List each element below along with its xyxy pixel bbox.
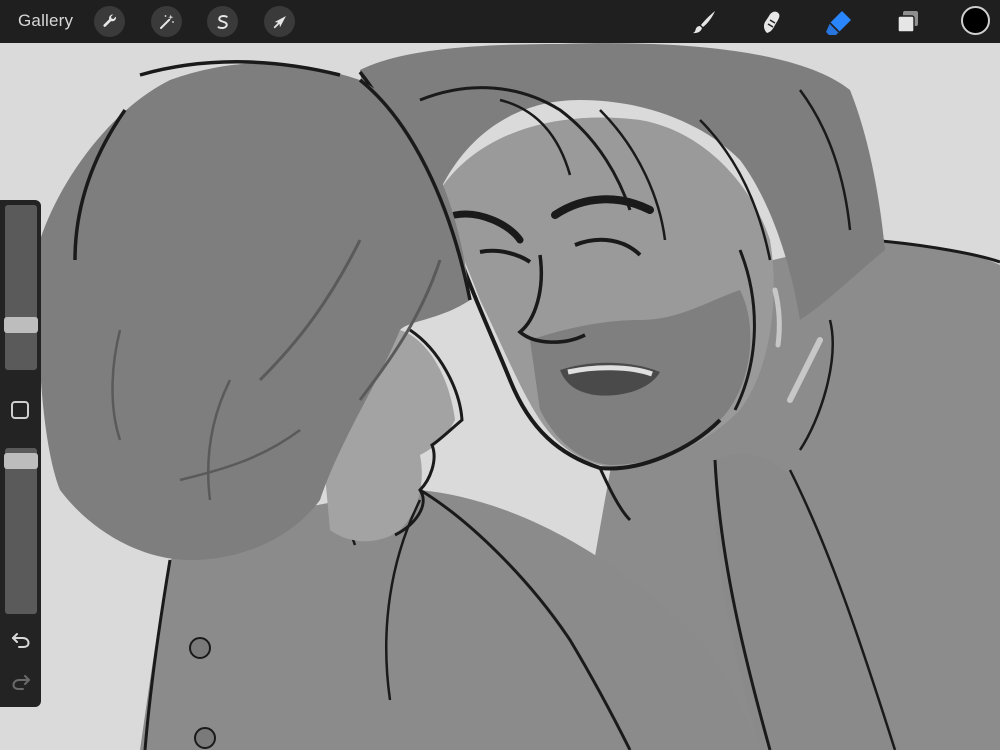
smudge-tool-button[interactable] — [755, 6, 787, 38]
brush-size-slider-thumb[interactable] — [4, 316, 38, 333]
gallery-button[interactable]: Gallery — [18, 11, 73, 31]
undo-icon — [12, 633, 30, 648]
opacity-slider-thumb[interactable] — [4, 452, 38, 469]
eraser-tool-button[interactable] — [823, 6, 855, 38]
actions-button[interactable] — [94, 6, 125, 37]
undo-button[interactable] — [9, 630, 33, 650]
redo-icon — [12, 675, 30, 690]
redo-button[interactable] — [9, 672, 33, 692]
opacity-slider[interactable] — [5, 448, 37, 614]
color-picker-button[interactable] — [961, 6, 990, 35]
selection-button[interactable] — [207, 6, 238, 37]
magic-wand-icon — [159, 14, 174, 29]
brush-icon — [693, 11, 715, 34]
layers-icon — [897, 11, 918, 33]
selection-s-icon — [217, 14, 228, 29]
artwork-sketch — [0, 43, 1000, 750]
wrench-icon — [102, 13, 116, 27]
side-toolbar — [0, 200, 41, 707]
procreate-app: Gallery — [0, 0, 1000, 750]
brush-tool-button[interactable] — [688, 6, 720, 38]
brush-size-slider[interactable] — [5, 205, 37, 370]
smudge-icon — [763, 11, 780, 33]
drawing-canvas[interactable] — [0, 43, 1000, 750]
layers-button[interactable] — [892, 6, 924, 38]
adjustments-button[interactable] — [151, 6, 182, 37]
transform-button[interactable] — [264, 6, 295, 37]
top-toolbar: Gallery — [0, 0, 1000, 43]
modify-button[interactable] — [11, 401, 29, 419]
arrow-cursor-icon — [273, 15, 286, 28]
eraser-icon — [826, 11, 851, 35]
